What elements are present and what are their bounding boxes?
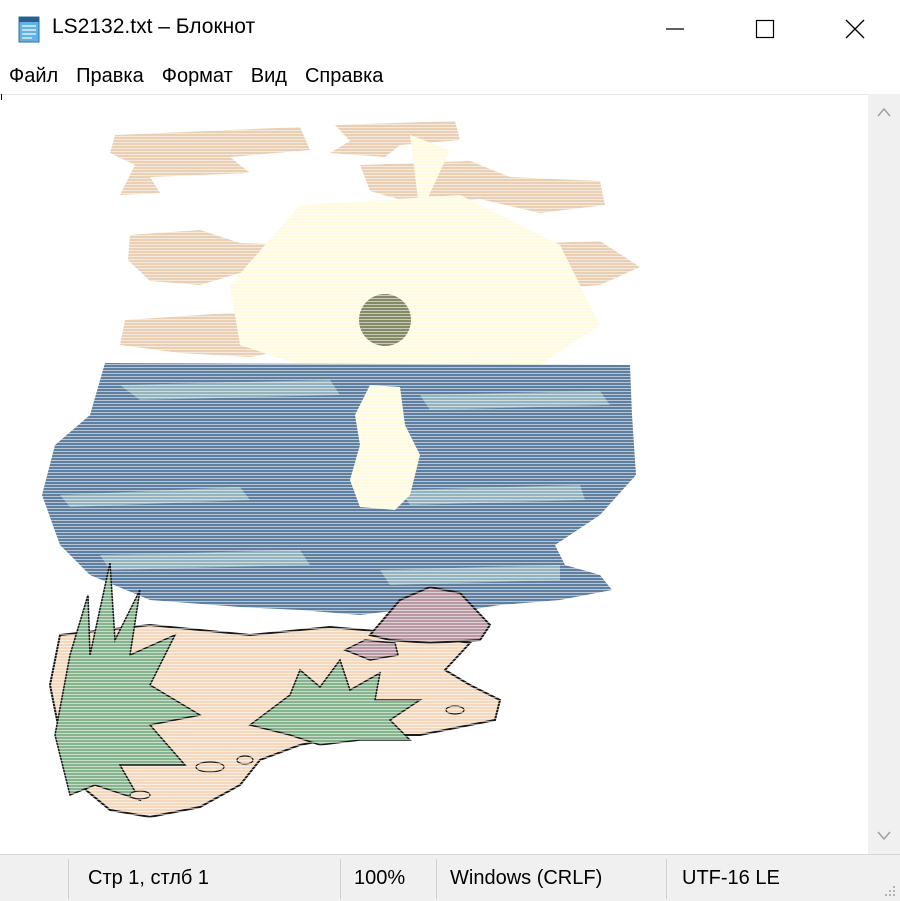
- scroll-down-button[interactable]: [868, 818, 900, 854]
- status-bar: Стр 1, стлб 1 100% Windows (CRLF) UTF-16…: [0, 854, 900, 901]
- status-separator: [68, 859, 69, 899]
- status-separator: [340, 859, 341, 899]
- resize-grip-icon[interactable]: [882, 883, 896, 897]
- menu-view[interactable]: Вид: [242, 58, 296, 94]
- minimize-icon: [666, 28, 684, 30]
- title-bar: LS2132.txt – Блокнот: [0, 0, 900, 58]
- chevron-up-icon: [877, 107, 891, 117]
- cursor-position: Стр 1, стлб 1: [88, 867, 210, 889]
- menu-help[interactable]: Справка: [296, 58, 392, 94]
- menu-file[interactable]: Файл: [0, 58, 67, 94]
- ascii-art-image: [0, 95, 868, 855]
- maximize-icon: [755, 19, 775, 39]
- menu-bar: Файл Правка Формат Вид Справка: [0, 58, 900, 94]
- notepad-icon: [18, 16, 40, 43]
- chevron-down-icon: [877, 831, 891, 841]
- close-button[interactable]: [810, 0, 900, 58]
- text-editor-area[interactable]: [0, 94, 868, 855]
- vertical-scrollbar[interactable]: [868, 94, 900, 854]
- text-caret: [1, 94, 2, 100]
- menu-edit[interactable]: Правка: [67, 58, 153, 94]
- scroll-up-button[interactable]: [868, 94, 900, 130]
- line-endings: Windows (CRLF): [450, 867, 603, 889]
- window-title: LS2132.txt – Блокнот: [52, 15, 256, 38]
- status-separator: [436, 859, 437, 899]
- close-icon: [845, 19, 865, 39]
- minimize-button[interactable]: [630, 0, 720, 58]
- encoding: UTF-16 LE: [682, 867, 780, 889]
- maximize-button[interactable]: [720, 0, 810, 58]
- status-separator: [666, 859, 667, 899]
- zoom-level: 100%: [354, 867, 406, 889]
- menu-format[interactable]: Формат: [153, 58, 242, 94]
